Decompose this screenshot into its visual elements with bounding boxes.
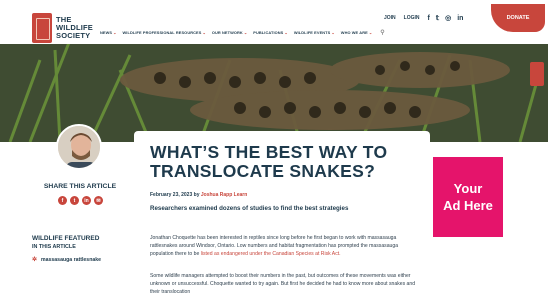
logo-line-3: SOCIETY bbox=[56, 31, 91, 40]
chevron-down-icon: ⌄ bbox=[243, 30, 248, 35]
nav-item-network[interactable]: OUR NETWORK ⌄ bbox=[212, 29, 247, 36]
utility-nav: JOIN LOGIN f 𝕥 ◎ in bbox=[384, 14, 464, 23]
facebook-icon[interactable]: f bbox=[58, 196, 67, 205]
search-icon[interactable]: ⚲ bbox=[380, 29, 385, 36]
site-header: THE WILDLIFE SOCIETY NEWS ⌄ WILDLIFE PROF… bbox=[0, 0, 548, 44]
author-link[interactable]: Joshua Rapp Learn bbox=[201, 192, 247, 198]
site-logo[interactable]: THE WILDLIFE SOCIETY bbox=[32, 12, 98, 44]
author-avatar bbox=[56, 124, 102, 170]
bookmark-tab[interactable] bbox=[530, 62, 544, 86]
article-byline: February 23, 2023 by Joshua Rapp Learn bbox=[150, 192, 248, 198]
chevron-down-icon: ⌄ bbox=[331, 30, 335, 35]
linkedin-icon[interactable]: in bbox=[82, 196, 91, 205]
ad-banner[interactable]: Your Ad Here bbox=[433, 157, 503, 237]
social-links: f 𝕥 ◎ in bbox=[428, 14, 464, 23]
logo-icon bbox=[32, 13, 52, 43]
join-link[interactable]: JOIN bbox=[384, 15, 396, 21]
paw-icon: ✲ bbox=[32, 257, 38, 263]
linkedin-icon[interactable]: in bbox=[457, 15, 463, 22]
featured-subtitle: IN THIS ARTICLE bbox=[32, 244, 76, 250]
nav-item-news[interactable]: NEWS ⌄ bbox=[100, 29, 117, 36]
twitter-icon[interactable]: 𝕥 bbox=[436, 14, 439, 22]
main-nav: NEWS ⌄ WILDLIFE PROFESSIONAL RESOURCES ⌄ O… bbox=[100, 29, 385, 36]
nav-item-resources[interactable]: WILDLIFE PROFESSIONAL RESOURCES ⌄ bbox=[123, 29, 206, 36]
donate-button[interactable]: DONATE bbox=[491, 4, 545, 32]
featured-species-link[interactable]: ✲ massasauga rattlesnake bbox=[32, 256, 101, 264]
login-link[interactable]: LOGIN bbox=[404, 15, 420, 21]
article-subhead: Researchers examined dozens of studies t… bbox=[150, 205, 349, 212]
featured-title: WILDLIFE FEATURED bbox=[32, 235, 100, 242]
instagram-icon[interactable]: ◎ bbox=[445, 14, 451, 22]
facebook-icon[interactable]: f bbox=[428, 15, 430, 22]
email-icon[interactable]: ✉ bbox=[94, 196, 103, 205]
share-title: SHARE THIS ARTICLE bbox=[43, 183, 117, 190]
nav-item-publications[interactable]: PUBLICATIONS ⌄ bbox=[253, 29, 288, 36]
twitter-icon[interactable]: t bbox=[70, 196, 79, 205]
nav-item-events[interactable]: WILDLIFE EVENTS ⌄ bbox=[294, 29, 335, 36]
chevron-down-icon: ⌄ bbox=[368, 30, 373, 35]
chevron-down-icon: ⌄ bbox=[284, 30, 288, 35]
share-buttons: f t in ✉ bbox=[58, 196, 103, 205]
nav-item-who-we-are[interactable]: WHO WE ARE ⌄ bbox=[341, 29, 372, 36]
article-paragraph: Jonathan Choquette has been interested i… bbox=[150, 235, 399, 257]
article-title: WHAT’S THE BEST WAY TO TRANSLOCATE SNAKE… bbox=[150, 142, 388, 181]
article-paragraph: Some wildlife managers attempted to boos… bbox=[150, 273, 416, 295]
endangered-link[interactable]: listed as endangered under the Canadian … bbox=[201, 251, 341, 257]
chevron-down-icon: ⌄ bbox=[113, 30, 117, 35]
chevron-down-icon: ⌄ bbox=[202, 30, 206, 35]
